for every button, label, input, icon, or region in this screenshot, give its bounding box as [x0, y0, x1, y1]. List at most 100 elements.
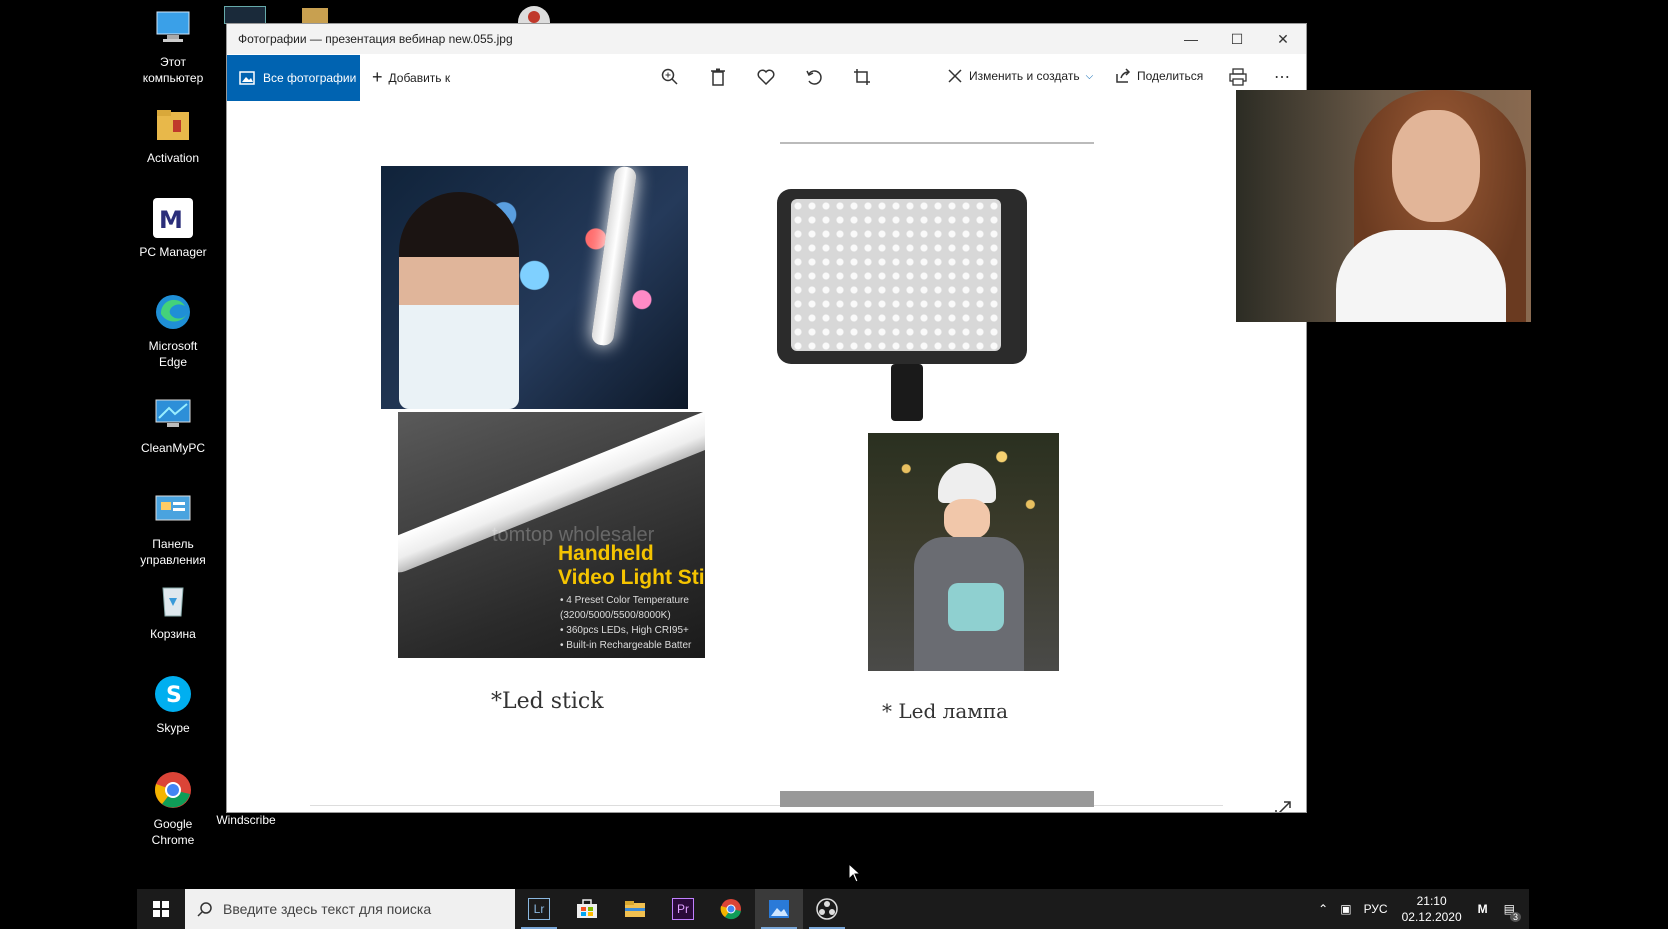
product-title-1: Handheld [558, 542, 654, 565]
clock[interactable]: 21:10 02.12.2020 [1394, 893, 1470, 925]
taskbar-premiere[interactable]: Pr [659, 889, 707, 929]
delete-icon[interactable] [707, 66, 729, 88]
desktop-icon-label: Skype [156, 721, 190, 735]
photos-icon [769, 900, 789, 918]
system-tray: ⌃ ▣ РУС 21:10 02.12.2020 M ▤ 3 [1312, 889, 1529, 929]
desktop-icon-cleanmypc[interactable]: CleanMyPC [131, 394, 215, 456]
chevron-up-icon[interactable]: ⌃ [1312, 902, 1334, 916]
notification-count: 3 [1509, 912, 1521, 922]
bullet-3: • 360pcs LEDs, High CRI95+ [560, 625, 689, 636]
bullet-1: • 4 Preset Color Temperature [560, 595, 689, 606]
caption-led-lamp: * Led лампа [882, 699, 1009, 723]
pc-manager-tray-icon[interactable]: M [1470, 902, 1496, 916]
photo-viewer[interactable]: tomtop wholesaler Handheld Video Light S… [227, 101, 1306, 812]
edge-icon [153, 292, 193, 332]
chrome-icon [153, 770, 193, 810]
svg-text:S: S [166, 683, 182, 708]
control-panel-icon [153, 490, 193, 530]
fullscreen-icon[interactable] [1273, 799, 1293, 812]
edit-create-button[interactable]: Изменить и создать ⌵ [947, 68, 1093, 84]
maximize-button[interactable]: ☐ [1214, 24, 1260, 54]
pc-manager-icon: M [153, 198, 193, 238]
desktop-icon-label: PC Manager [139, 245, 207, 259]
taskbar-lightroom[interactable]: Lr [515, 889, 563, 929]
edit-create-icon [948, 69, 962, 83]
desktop-icon-pc-manager[interactable]: M PC Manager [131, 198, 215, 260]
toolbar: Все фотографии + Добавить к Изменить и с… [227, 54, 1306, 101]
bullet-2: (3200/5000/5500/8000K) [560, 610, 671, 621]
all-photos-button[interactable]: Все фотографии [227, 54, 360, 101]
clock-date: 02.12.2020 [1401, 910, 1462, 924]
obs-icon [816, 898, 838, 920]
skype-icon: S [153, 674, 193, 714]
desktop-icon-label: управления [140, 553, 206, 567]
premiere-icon: Pr [672, 898, 694, 920]
lightroom-desktop-icon[interactable] [224, 6, 266, 24]
close-button[interactable]: ✕ [1260, 24, 1306, 54]
mouse-cursor [848, 862, 862, 888]
desktop-icon-label: Edge [158, 355, 188, 369]
windows-icon [153, 901, 169, 917]
edit-create-label: Изменить и создать [969, 69, 1080, 83]
desktop-icon-skype[interactable]: S Skype [131, 674, 215, 736]
led-stick-model-photo [381, 166, 688, 409]
search-placeholder: Введите здесь текст для поиска [223, 901, 432, 917]
minimize-button[interactable]: — [1168, 24, 1214, 54]
photos-icon [239, 70, 255, 85]
taskbar-obs[interactable] [803, 889, 851, 929]
product-bullets: • 4 Preset Color Temperature (3200/5000/… [560, 593, 691, 653]
presenter-face [1392, 110, 1480, 222]
desktop-icon-label: Google [153, 817, 193, 831]
product-title-2: Video Light Stic [558, 566, 705, 589]
desktop-icon-recycle-bin[interactable]: Корзина [131, 580, 215, 642]
desktop-icon-control-panel[interactable]: Панель управления [131, 490, 215, 568]
zoom-icon[interactable] [659, 66, 681, 88]
webcam-overlay [1236, 90, 1531, 322]
led-grid [791, 199, 1001, 351]
clock-time: 21:10 [1416, 894, 1447, 908]
led-panel-photo [777, 189, 1031, 421]
start-button[interactable] [137, 889, 185, 929]
desktop-icon-edge[interactable]: Microsoft Edge [131, 292, 215, 370]
network-icon[interactable]: ▣ [1334, 902, 1357, 916]
store-icon [577, 899, 597, 918]
folder-icon [153, 104, 193, 144]
desktop-icon-label: Панель [152, 537, 194, 551]
light-stick [590, 166, 638, 347]
mount [891, 364, 923, 421]
desktop-icon-chrome[interactable]: Google Chrome [131, 770, 215, 848]
chevron-down-icon: ⌵ [1085, 70, 1094, 82]
language-indicator[interactable]: РУС [1358, 902, 1394, 916]
desktop-icon-label: CleanMyPC [140, 441, 206, 455]
desktop-icon-label: Chrome [151, 833, 195, 847]
girl-hat [938, 463, 996, 503]
taskbar-search[interactable]: Введите здесь текст для поиска [185, 889, 515, 929]
desktop-icon-label: Microsoft [148, 339, 198, 353]
desktop-icon-label: Windscribe [216, 813, 276, 827]
computer-icon [153, 8, 193, 48]
crop-icon[interactable] [851, 66, 873, 88]
folder-icon [625, 901, 645, 917]
notifications-icon[interactable]: ▤ 3 [1496, 902, 1529, 922]
record-icon[interactable] [518, 6, 550, 24]
title-bar[interactable]: Фотографии — презентация вебинар new.055… [227, 24, 1306, 54]
add-to-button[interactable]: + Добавить к [372, 67, 450, 88]
taskbar-chrome[interactable] [707, 889, 755, 929]
desktop-icon-activation[interactable]: Activation [131, 104, 215, 166]
cleanmypc-icon [153, 394, 193, 434]
stick-tube [398, 412, 705, 578]
add-to-label: Добавить к [388, 70, 451, 85]
folder-desktop-icon[interactable] [302, 8, 328, 24]
favorite-heart-icon[interactable] [755, 66, 777, 88]
desktop-icon-label: компьютер [142, 71, 204, 85]
search-icon [197, 902, 212, 917]
print-icon[interactable] [1227, 66, 1249, 88]
taskbar-photos[interactable] [755, 889, 803, 929]
all-photos-label: Все фотографии [263, 70, 357, 85]
share-button[interactable]: Поделиться [1115, 68, 1203, 84]
more-options-icon[interactable]: ⋯ [1271, 66, 1293, 88]
rotate-icon[interactable] [803, 66, 825, 88]
taskbar-store[interactable] [563, 889, 611, 929]
desktop-icon-this-pc[interactable]: Этот компьютер [131, 8, 215, 86]
taskbar-file-explorer[interactable] [611, 889, 659, 929]
